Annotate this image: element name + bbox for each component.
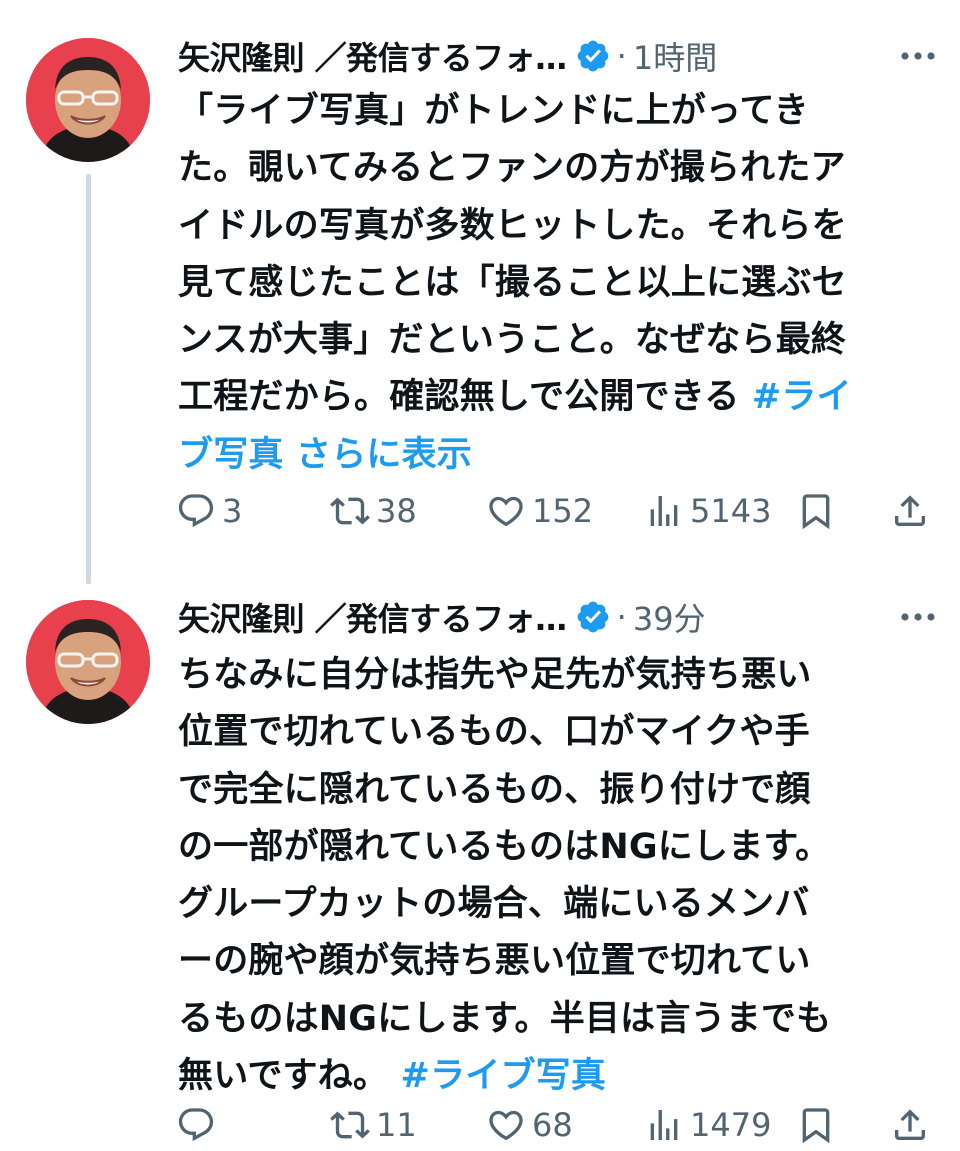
views-count: 1479 [690, 1106, 772, 1144]
text-line: ちなみに自分は指先や足先が気持ち悪い [178, 647, 930, 704]
views-count: 5143 [690, 492, 772, 530]
share-button[interactable] [890, 1100, 930, 1150]
text-line: た。覗いてみるとファンの方が撮られたア [178, 140, 930, 197]
heart-icon [489, 1110, 523, 1141]
action-bar: 3 38 152 5143 [174, 486, 934, 536]
views-button[interactable]: 1479 [644, 1100, 771, 1150]
text-line: 位置で切れているもの、口がマイクや手 [178, 704, 930, 761]
text-span: ーの腕や顔が気持ち悪い位置で切れてい [178, 941, 811, 982]
hashtag-link[interactable]: #ライブ写真 [401, 1056, 607, 1096]
avatar[interactable] [26, 38, 150, 162]
avatar-photo [26, 38, 150, 162]
author-name[interactable]: 矢沢隆則 ／発信するフォ… [178, 594, 567, 640]
retweet-count: 38 [376, 492, 417, 530]
heart-icon [489, 496, 523, 527]
text-span: の一部が隠れているものはNGにします。 [178, 826, 831, 867]
tweet-header: 矢沢隆則 ／発信するフォ… · 1時間 [178, 32, 940, 80]
separator-dot: · [616, 598, 627, 636]
text-span: 「ライブ写真」がトレンドに上がってき [178, 91, 809, 131]
separator-dot: · [616, 37, 627, 75]
more-icon[interactable] [896, 599, 940, 635]
verified-badge-icon [577, 40, 609, 72]
text-line: イドルの写真が多数ヒットした。それらを [178, 198, 930, 255]
text-line: 見て感じたことは「撮ること以上に選ぶセ [178, 255, 930, 312]
bookmark-icon [802, 494, 830, 530]
bookmark-button[interactable] [796, 486, 836, 536]
retweet-count: 11 [376, 1106, 417, 1144]
views-icon [650, 496, 678, 526]
reply-icon [178, 1108, 214, 1142]
text-span: で完全に隠れているもの、振り付けで顔 [178, 769, 811, 810]
share-button[interactable] [890, 486, 930, 536]
thread-line [86, 174, 91, 584]
tweet-header: 矢沢隆則 ／発信するフォ… · 39分 [178, 593, 940, 641]
like-button[interactable]: 152 [486, 486, 593, 536]
text-line: 無いですね。 #ライブ写真 [178, 1048, 930, 1105]
tweet-1[interactable]: 矢沢隆則 ／発信するフォ… · 1時間 「ライブ写真」がトレンドに上がってき た… [0, 0, 960, 584]
text-line: グループカットの場合、端にいるメンバ [178, 876, 930, 933]
text-span: ちなみに自分は指先や足先が気持ち悪い [178, 655, 812, 695]
text-line: るものはNGにします。半目は言うまでも [178, 991, 930, 1048]
text-span: 工程だから。確認無しで公開できる [178, 377, 740, 418]
like-count: 152 [532, 492, 594, 530]
reply-count: 3 [222, 492, 243, 530]
text-line: の一部が隠れているものはNGにします。 [178, 819, 930, 876]
text-span: 見て感じたことは「撮ること以上に選ぶセ [178, 262, 847, 303]
timestamp[interactable]: 1時間 [633, 33, 717, 79]
show-more-link[interactable]: さらに表示 [296, 435, 472, 475]
text-span: 無いですね。 [178, 1056, 389, 1097]
text-span: 位置で切れているもの、口がマイクや手 [178, 712, 810, 753]
tweet-text: 「ライブ写真」がトレンドに上がってき た。覗いてみるとファンの方が撮られたア イ… [178, 83, 930, 484]
text-line: ーの腕や顔が気持ち悪い位置で切れてい [178, 933, 930, 990]
retweet-button[interactable]: 38 [330, 486, 417, 536]
share-icon [895, 495, 925, 526]
text-line: で完全に隠れているもの、振り付けで顔 [178, 762, 930, 819]
tweet-text: ちなみに自分は指先や足先が気持ち悪い 位置で切れているもの、口がマイクや手 で完… [178, 647, 930, 1105]
timestamp[interactable]: 39分 [633, 594, 706, 640]
reply-button[interactable]: 3 [176, 486, 242, 536]
text-line: 「ライブ写真」がトレンドに上がってき [178, 83, 930, 140]
hashtag-link[interactable]: ブ写真 [178, 435, 284, 475]
views-button[interactable]: 5143 [644, 486, 771, 536]
share-icon [895, 1109, 925, 1140]
retweet-icon [330, 497, 370, 525]
author-name[interactable]: 矢沢隆則 ／発信するフォ… [178, 33, 567, 79]
like-count: 68 [532, 1106, 573, 1144]
views-icon [650, 1110, 678, 1140]
text-span: た。覗いてみるとファンの方が撮られたア [178, 148, 846, 189]
text-span: るものはNGにします。半目は言うまでも [178, 998, 832, 1039]
tweet-2[interactable]: 矢沢隆則 ／発信するフォ… · 39分 ちなみに自分は指先や足先が気持ち悪い 位… [0, 580, 960, 1151]
text-line: ブ写真 さらに表示 [178, 427, 930, 484]
hashtag-link[interactable]: #ライ [752, 377, 852, 417]
more-icon[interactable] [896, 38, 940, 74]
action-bar: 11 68 1479 [174, 1100, 934, 1150]
like-button[interactable]: 68 [486, 1100, 573, 1150]
text-span: ンスが大事」だということ。なぜなら最終 [178, 320, 847, 361]
text-line: 工程だから。確認無しで公開できる #ライ [178, 369, 930, 426]
text-line: ンスが大事」だということ。なぜなら最終 [178, 312, 930, 369]
retweet-button[interactable]: 11 [330, 1100, 417, 1150]
text-span: グループカットの場合、端にいるメンバ [178, 884, 810, 925]
avatar[interactable] [26, 600, 150, 724]
text-span: イドルの写真が多数ヒットした。それらを [178, 205, 847, 246]
retweet-icon [330, 1111, 370, 1139]
bookmark-icon [802, 1108, 830, 1144]
bookmark-button[interactable] [796, 1100, 836, 1150]
avatar-photo [26, 600, 150, 724]
reply-button[interactable] [176, 1100, 222, 1150]
verified-badge-icon [577, 601, 609, 633]
reply-icon [178, 494, 214, 528]
